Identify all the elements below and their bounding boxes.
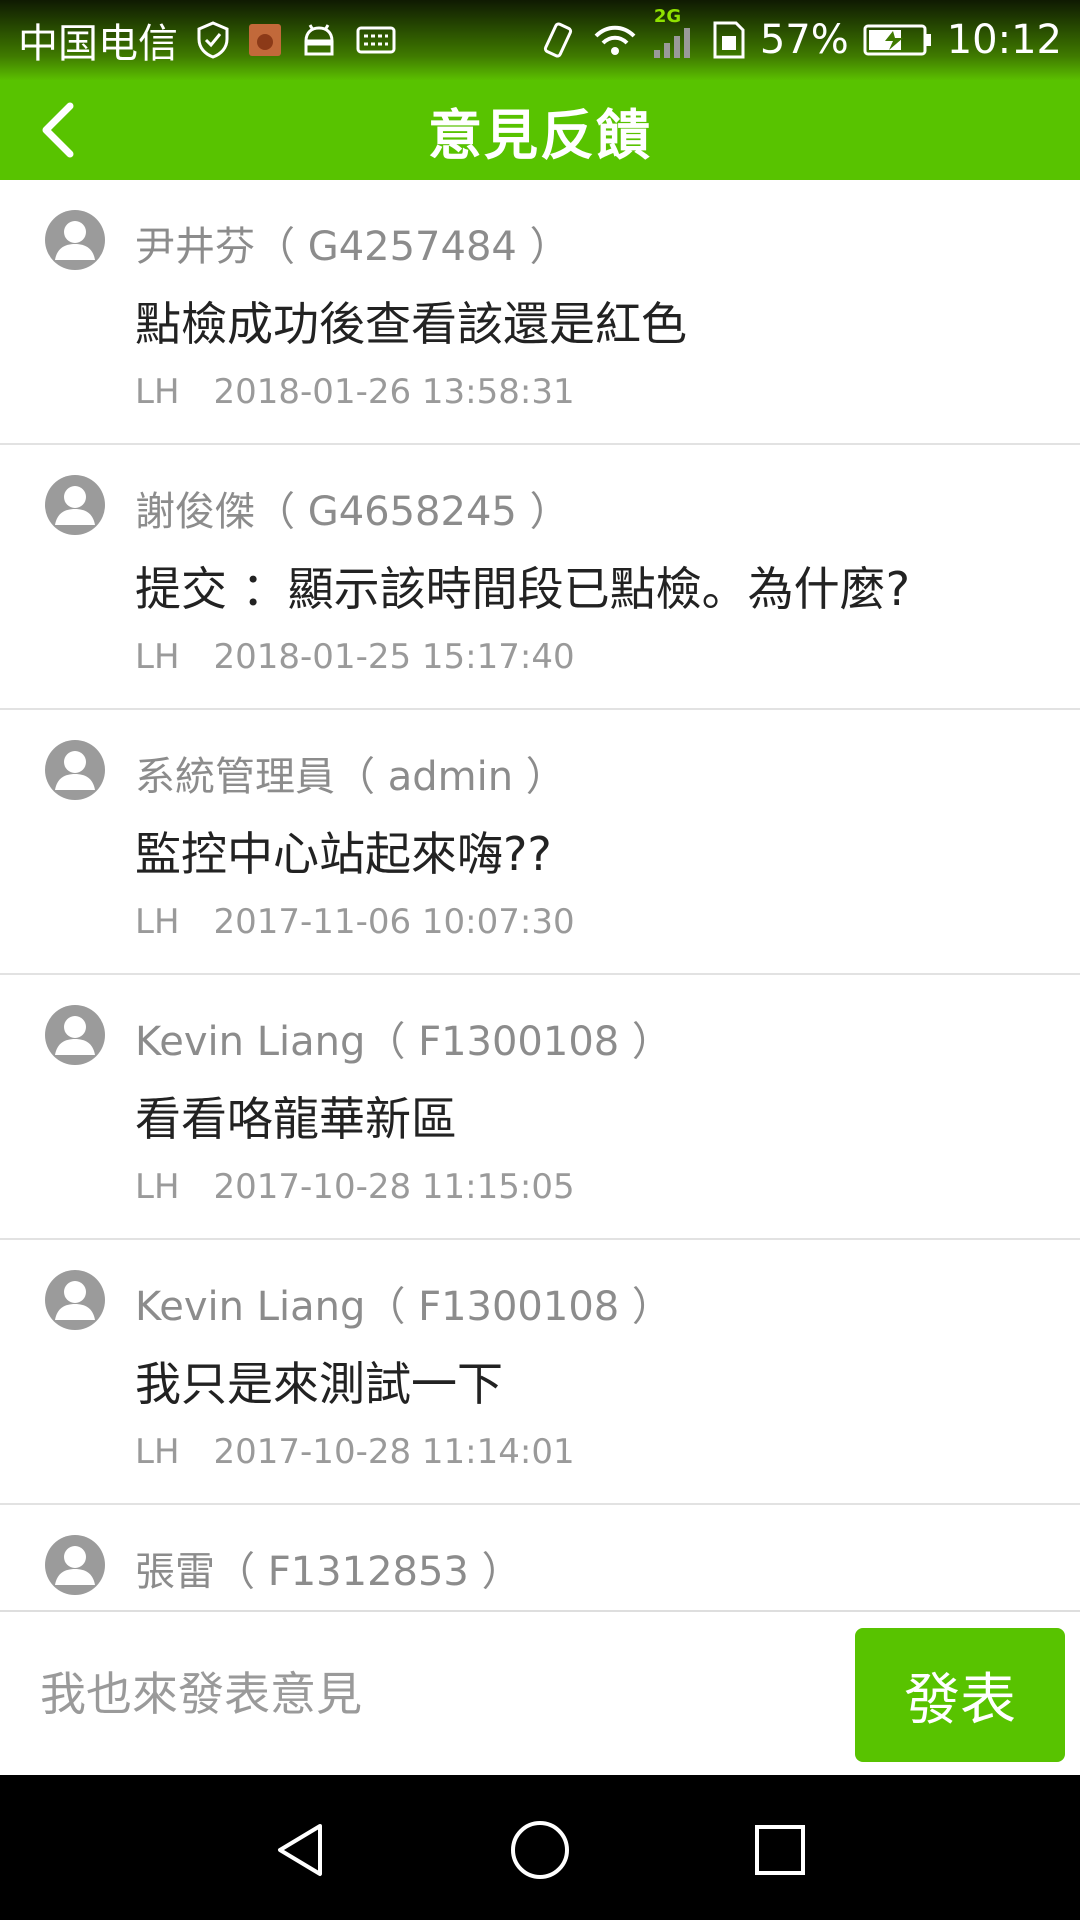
avatar-icon	[45, 740, 105, 800]
feedback-meta: LH 2017-11-06 10:07:30	[135, 902, 575, 942]
feedback-author: Kevin Liang（ F1300108 ）	[135, 1019, 672, 1065]
comment-composer: 發表	[0, 1610, 1080, 1775]
avatar-icon	[45, 1270, 105, 1330]
signal-icon: 2G	[652, 6, 698, 60]
vibrate-icon	[538, 20, 578, 60]
nav-home-button[interactable]	[505, 1815, 575, 1885]
feedback-source: LH	[135, 1167, 180, 1207]
feedback-timestamp: 2018-01-25 15:17:40	[213, 637, 575, 677]
feedback-author: 謝俊傑（ G4658245 ）	[135, 489, 570, 535]
avatar-icon	[45, 1535, 105, 1595]
feedback-author: 尹井芬（ G4257484 ）	[135, 224, 570, 270]
battery-percent: 57%	[759, 17, 849, 63]
carrier-name: 中国电信	[18, 21, 178, 67]
page-title: 意見反饋	[428, 103, 652, 167]
feedback-source: LH	[135, 902, 180, 942]
nav-recents-icon	[755, 1825, 805, 1875]
feedback-timestamp: 2018-01-26 13:58:31	[213, 372, 575, 412]
notification-app-icon	[248, 23, 282, 57]
nav-back-button[interactable]	[265, 1815, 335, 1885]
android-icon	[300, 23, 338, 57]
feedback-author: 張雷（ F1312853 ）	[135, 1549, 522, 1595]
comment-input[interactable]	[40, 1654, 820, 1734]
feedback-item[interactable]: Kevin Liang（ F1300108 ） 我只是來測試一下 LH 2017-…	[0, 1240, 1080, 1505]
feedback-timestamp: 2017-10-28 11:14:01	[213, 1432, 575, 1472]
feedback-source: LH	[135, 1432, 180, 1472]
feedback-meta: LH 2018-01-26 13:58:31	[135, 372, 575, 412]
avatar-icon	[45, 475, 105, 535]
feedback-author: Kevin Liang（ F1300108 ）	[135, 1284, 672, 1330]
feedback-message: 我只是來測試一下	[135, 1357, 503, 1411]
wifi-icon	[592, 22, 638, 58]
system-nav-bar	[0, 1775, 1080, 1920]
shield-check-icon	[196, 21, 230, 59]
feedback-item[interactable]: 系統管理員（ admin ） 監控中心站起來嗨?? LH 2017-11-06 1…	[0, 710, 1080, 975]
feedback-item[interactable]: Kevin Liang（ F1300108 ） 看看咯龍華新區 LH 2017-1…	[0, 975, 1080, 1240]
feedback-message: 點檢成功後查看該還是紅色	[135, 297, 687, 351]
feedback-timestamp: 2017-10-28 11:15:05	[213, 1167, 575, 1207]
feedback-meta: LH 2018-01-25 15:17:40	[135, 637, 575, 677]
submit-button[interactable]: 發表	[855, 1628, 1065, 1762]
avatar-icon	[45, 210, 105, 270]
clock: 10:12	[946, 17, 1062, 63]
keyboard-icon	[356, 26, 396, 54]
feedback-message: 提交 ：顯示該時間段已點檢。為什麼?	[135, 562, 911, 616]
feedback-message: 看看咯龍華新區	[135, 1092, 457, 1146]
sim-icon	[712, 20, 746, 60]
app-bar: 意見反饋	[0, 80, 1080, 180]
feedback-message: 監控中心站起來嗨??	[135, 827, 552, 881]
feedback-item[interactable]: 尹井芬（ G4257484 ） 點檢成功後查看該還是紅色 LH 2018-01-2…	[0, 180, 1080, 445]
feedback-item[interactable]: 謝俊傑（ G4658245 ） 提交 ：顯示該時間段已點檢。為什麼? LH 201…	[0, 445, 1080, 710]
feedback-item[interactable]: 張雷（ F1312853 ）	[0, 1505, 1080, 1610]
feedback-meta: LH 2017-10-28 11:15:05	[135, 1167, 575, 1207]
feedback-source: LH	[135, 372, 180, 412]
feedback-source: LH	[135, 637, 180, 677]
status-bar: 中国电信 2G 57% 10:12	[0, 0, 1080, 80]
nav-recents-button[interactable]	[745, 1815, 815, 1885]
nav-back-icon	[278, 1824, 322, 1876]
avatar-icon	[45, 1005, 105, 1065]
chevron-left-icon	[42, 102, 74, 158]
feedback-timestamp: 2017-11-06 10:07:30	[213, 902, 575, 942]
nav-home-icon	[511, 1821, 569, 1879]
back-button[interactable]	[22, 94, 94, 166]
feedback-meta: LH 2017-10-28 11:14:01	[135, 1432, 575, 1472]
feedback-author: 系統管理員（ admin ）	[135, 754, 566, 800]
battery-charging-icon	[863, 23, 933, 57]
network-type-label: 2G	[653, 6, 682, 27]
feedback-list[interactable]: 尹井芬（ G4257484 ） 點檢成功後查看該還是紅色 LH 2018-01-2…	[0, 180, 1080, 1610]
